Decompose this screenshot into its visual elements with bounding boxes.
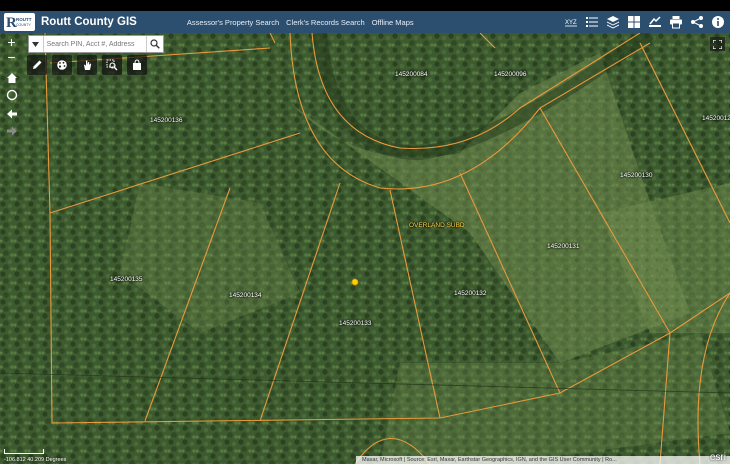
search-source-dropdown[interactable] xyxy=(29,36,44,52)
next-extent-button[interactable] xyxy=(4,123,19,138)
home-icon xyxy=(6,72,17,83)
bookmark-tool-button[interactable] xyxy=(127,55,147,75)
app-title: Routt County GIS xyxy=(41,16,137,28)
subdivision-label: OVERLAND SUBD xyxy=(409,222,465,229)
aerial-imagery xyxy=(0,33,730,464)
parcel-label: 145200131 xyxy=(547,243,580,250)
chevron-down-icon xyxy=(32,41,40,47)
county-logo[interactable]: R ROUTT COUNTY xyxy=(4,13,35,31)
scale-bar xyxy=(4,449,44,454)
grid-icon[interactable] xyxy=(625,13,643,31)
parcel-label: 145200130 xyxy=(620,172,653,179)
basemap-tool-button[interactable] xyxy=(52,55,72,75)
parcel-label: 14520012 xyxy=(702,115,730,122)
pencil-icon xyxy=(33,60,42,69)
search-icon xyxy=(150,39,161,49)
arrow-right-icon xyxy=(6,126,17,135)
header-toolbar: XYZ xyxy=(562,13,727,31)
parcel-label: 145200134 xyxy=(229,292,262,299)
previous-extent-button[interactable] xyxy=(4,106,19,121)
print-icon[interactable] xyxy=(667,13,685,31)
draw-tool-button[interactable] xyxy=(27,55,47,75)
swipe-icon[interactable] xyxy=(646,13,664,31)
parcel-label: 145200135 xyxy=(110,276,143,283)
top-black-strip xyxy=(0,0,730,11)
search-button[interactable] xyxy=(146,36,163,52)
arrow-left-icon xyxy=(6,109,17,118)
parcel-label: 145200096 xyxy=(494,71,527,78)
list-icon[interactable] xyxy=(583,13,601,31)
nav-assessor-search[interactable]: Assessor's Property Search xyxy=(187,18,279,27)
layers-icon[interactable] xyxy=(604,13,622,31)
fullscreen-button[interactable] xyxy=(710,37,725,51)
hand-pointer-icon xyxy=(84,60,92,70)
locate-button[interactable] xyxy=(4,87,19,102)
esri-logo[interactable]: esri xyxy=(710,452,726,463)
parcel-label: 145200132 xyxy=(454,290,487,297)
parcel-label: 145200133 xyxy=(339,320,372,327)
svg-text:ROUTT: ROUTT xyxy=(16,17,32,22)
app-header: R ROUTT COUNTY Routt County GIS Assessor… xyxy=(0,11,730,33)
home-button[interactable] xyxy=(4,70,19,85)
header-nav: Assessor's Property Search Clerk's Recor… xyxy=(187,18,414,27)
locate-icon xyxy=(6,89,17,100)
share-icon[interactable] xyxy=(688,13,706,31)
map-view[interactable]: 145200084 145200096 145200136 145200130 … xyxy=(0,33,730,464)
parcel-label: 145200136 xyxy=(150,117,183,124)
zoom-out-button[interactable]: − xyxy=(4,50,19,65)
map-tools xyxy=(27,55,147,75)
location-marker[interactable] xyxy=(351,278,359,286)
info-icon[interactable] xyxy=(709,13,727,31)
parcel-label: 145200084 xyxy=(395,71,428,78)
xyz-coordinates-icon[interactable]: XYZ xyxy=(562,13,580,31)
coordinate-readout: -106.812 40.209 Degrees xyxy=(4,457,67,463)
search-box xyxy=(28,35,164,53)
nav-offline-maps[interactable]: Offline Maps xyxy=(372,18,414,27)
search-input[interactable] xyxy=(43,37,147,51)
zoom-in-button[interactable]: + xyxy=(4,35,19,50)
expand-icon xyxy=(713,39,722,49)
map-attribution: Maxar, Microsoft | Source: Esri, Maxar, … xyxy=(356,456,730,464)
nav-clerk-records[interactable]: Clerk's Records Search xyxy=(286,18,365,27)
palette-icon xyxy=(57,60,67,70)
bag-icon xyxy=(133,59,141,70)
svg-text:COUNTY: COUNTY xyxy=(16,23,31,27)
zoom-select-icon xyxy=(106,59,118,71)
identify-tool-button[interactable] xyxy=(102,55,122,75)
xyz-label: XYZ xyxy=(565,20,577,26)
select-tool-button[interactable] xyxy=(77,55,97,75)
